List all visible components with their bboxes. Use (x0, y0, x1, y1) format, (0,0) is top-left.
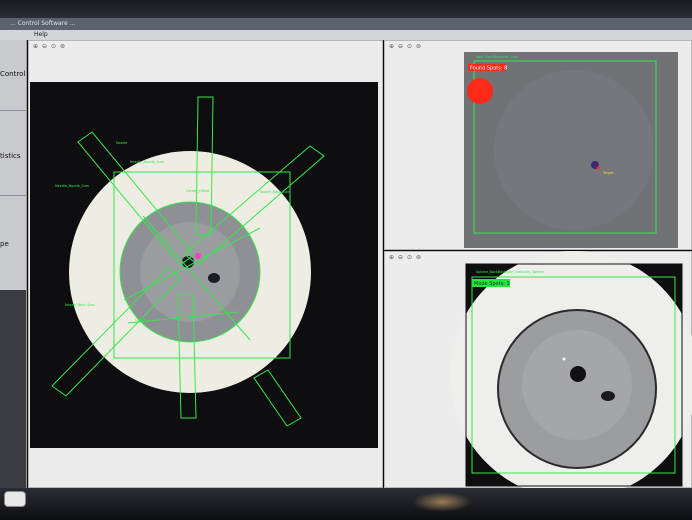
screen-glare (412, 492, 472, 512)
spot-view-header: Spot_BackBackside_Spot (476, 55, 519, 59)
sphere-disc-highlight (522, 330, 632, 440)
bottom-right-camera-pane: ⊕ ⊖ ⊙ ⊚ Sphere_BackBackside_Contours_Sph… (384, 251, 692, 488)
sidebar-divider (0, 110, 26, 111)
label-nozzle: Nozzle (116, 141, 127, 145)
monitor-bezel (0, 0, 692, 18)
left-sidebar: Control tistics pe (0, 40, 27, 488)
main-camera-pane: ⊕ ⊖ ⊙ ⊚ Nozzle Needle_Nozzle_Sum Needle_… (28, 40, 383, 488)
mode-spots-text: Mode Spots: 3 (474, 281, 510, 287)
label-needle-nozzle-left: Needle_Nozzle_Sum (55, 184, 90, 188)
sphere-small-speck (562, 357, 566, 361)
found-spots-text: Found Spots: 8 (470, 66, 507, 72)
sidebar-item-statistics[interactable]: tistics (0, 152, 21, 160)
sidebar-empty-area (0, 290, 26, 488)
sidebar-item-control[interactable]: Control (0, 70, 25, 78)
label-nozzle-base: Nozzle_Base_Sum (260, 190, 291, 194)
menu-item-help[interactable]: Help (34, 30, 48, 40)
red-alert-spot (467, 78, 493, 104)
label-nozzle-rect: Nozzle_Rect_Sum (65, 303, 95, 307)
spot-image-glow (494, 70, 654, 230)
sphere-defect (601, 391, 615, 401)
label-center-offset: Center_Offset (186, 189, 210, 193)
defect-spot (208, 273, 220, 283)
center-marker (195, 253, 201, 259)
label-needle-nozzle-upper: Needle_Nozzle_Sum (130, 160, 165, 164)
title-bar: ... Control Software ... (0, 18, 692, 30)
top-right-camera-pane: ⊕ ⊖ ⊙ ⊚ Spot_BackBackside_Spot Found Spo… (384, 40, 692, 250)
sphere-center-hole (570, 366, 586, 382)
start-button[interactable] (4, 491, 26, 507)
top-right-camera-canvas[interactable]: Spot_BackBackside_Spot Found Spots: 8 Ta… (384, 40, 692, 250)
sidebar-item-pe[interactable]: pe (0, 240, 9, 248)
target-label: Target (602, 171, 614, 175)
taskbar (0, 488, 692, 520)
menu-bar: Help (0, 30, 692, 40)
target-marker (596, 166, 600, 170)
main-camera-canvas[interactable]: Nozzle Needle_Nozzle_Sum Needle_Nozzle_S… (28, 40, 383, 488)
bottom-right-camera-canvas[interactable]: Sphere_BackBackside_Contours_Sphere Mode… (384, 251, 692, 488)
inner-disc-highlight (140, 222, 240, 322)
window-title: ... Control Software ... (10, 20, 76, 27)
sidebar-divider (0, 195, 26, 196)
label-center: Center (135, 318, 147, 322)
sphere-view-header: Sphere_BackBackside_Contours_Sphere (476, 270, 544, 274)
